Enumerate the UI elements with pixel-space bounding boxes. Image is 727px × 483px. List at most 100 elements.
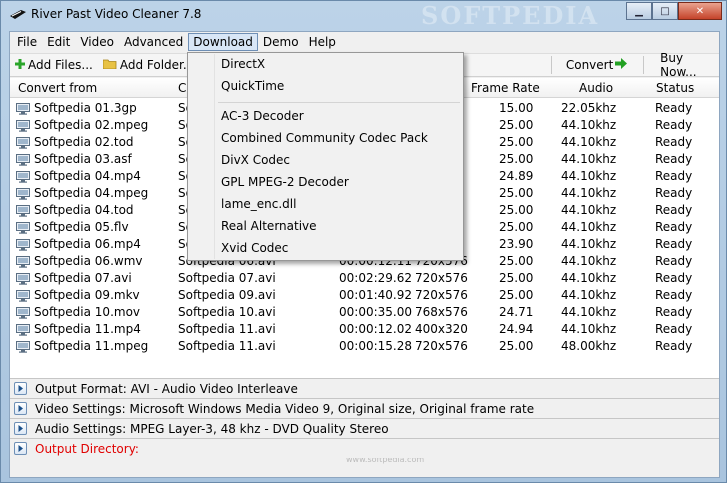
arrow-right-icon <box>615 58 628 72</box>
column-convert-to[interactable]: C <box>178 81 186 95</box>
column-convert-from[interactable]: Convert from <box>18 81 97 95</box>
menu-item-cccp[interactable]: Combined Community Codec Pack <box>221 131 428 145</box>
cell-frame-rate: 25.00 <box>499 135 534 149</box>
cell-frame-rate: 25.00 <box>499 254 534 268</box>
add-files-button[interactable]: Add Files... <box>10 54 98 76</box>
menu-item-ac3-decoder[interactable]: AC-3 Decoder <box>221 109 304 123</box>
table-row[interactable]: Softpedia 11.mp4 Softpedia 11.avi 00:00:12… <box>10 321 719 338</box>
expand-arrow-icon[interactable] <box>14 442 27 455</box>
minimize-icon: ▁ <box>635 5 643 17</box>
menu-download[interactable]: Download <box>188 33 258 51</box>
menu-item-directx[interactable]: DirectX <box>221 57 265 71</box>
menu-video[interactable]: Video <box>75 33 119 51</box>
close-button[interactable]: ✕ <box>678 2 722 20</box>
buy-now-label: Buy Now... <box>660 51 697 79</box>
cell-frame-rate: 25.00 <box>499 152 534 166</box>
monitor-icon <box>16 307 30 319</box>
monitor-icon <box>16 290 30 302</box>
column-frame-rate[interactable]: Frame Rate <box>471 81 540 95</box>
window-title: River Past Video Cleaner 7.8 <box>31 7 202 21</box>
cell-status: Ready <box>655 169 693 183</box>
cell-convert-from: Softpedia 05.flv <box>34 220 129 234</box>
cell-status: Ready <box>655 152 693 166</box>
watermark: SOFTPEDIA <box>421 1 600 30</box>
cell-audio: 44.10khz <box>561 271 617 285</box>
menu-item-xvid-codec[interactable]: Xvid Codec <box>221 241 288 255</box>
cell-convert-from: Softpedia 02.mpeg <box>34 118 149 132</box>
convert-button[interactable]: Convert <box>556 54 635 76</box>
cell-status: Ready <box>655 135 693 149</box>
maximize-button[interactable]: □ <box>652 2 678 20</box>
cell-status: Ready <box>655 288 693 302</box>
cell-convert-from: Softpedia 04.mp4 <box>34 169 141 183</box>
cell-status: Ready <box>655 339 693 353</box>
cell-convert-from: Softpedia 11.mp4 <box>34 322 141 336</box>
monitor-icon <box>16 154 30 166</box>
cell-status: Ready <box>655 203 693 217</box>
cell-frame-rate: 24.71 <box>499 305 534 319</box>
cell-convert-to: Softpedia 09.avi <box>178 288 276 302</box>
monitor-icon <box>16 256 30 268</box>
menu-bar: File Edit Video Advanced Download Demo H… <box>10 32 719 52</box>
expand-arrow-icon[interactable] <box>14 382 27 395</box>
cell-convert-from: Softpedia 07.avi <box>34 271 132 285</box>
cell-convert-to: Softpedia 11.avi <box>178 339 276 353</box>
cell-convert-from: Softpedia 02.tod <box>34 135 134 149</box>
window-controls: ▁ □ ✕ <box>626 2 722 20</box>
menu-gutter <box>214 54 215 259</box>
monitor-icon <box>16 188 30 200</box>
cell-convert-from: Softpedia 10.mov <box>34 305 141 319</box>
monitor-icon <box>16 103 30 115</box>
app-icon[interactable] <box>9 7 27 21</box>
menu-item-lame-enc[interactable]: lame_enc.dll <box>221 197 296 211</box>
menu-item-real-alternative[interactable]: Real Alternative <box>221 219 317 233</box>
menu-edit[interactable]: Edit <box>42 33 75 51</box>
menu-item-quicktime[interactable]: QuickTime <box>221 79 284 93</box>
cell-frame-rate: 15.00 <box>499 101 534 115</box>
cell-audio: 44.10khz <box>561 118 617 132</box>
menu-advanced[interactable]: Advanced <box>119 33 188 51</box>
title-bar: River Past Video Cleaner 7.8 SOFTPEDIA ▁… <box>1 1 726 30</box>
settings-label: Output Directory: <box>35 442 139 456</box>
cell-convert-from: Softpedia 03.asf <box>34 152 132 166</box>
settings-row[interactable]: Output Directory: <box>10 438 719 458</box>
cell-status: Ready <box>655 186 693 200</box>
settings-row[interactable]: Audio Settings: MPEG Layer-3, 48 khz - D… <box>10 418 719 438</box>
monitor-icon <box>16 120 30 132</box>
cell-duration: 00:01:40.92 <box>339 288 412 302</box>
monitor-icon <box>16 324 30 336</box>
cell-convert-to: Softpedia 10.avi <box>178 305 276 319</box>
table-row[interactable]: Softpedia 11.mpeg Softpedia 11.avi 00:00:1… <box>10 338 719 355</box>
cell-status: Ready <box>655 254 693 268</box>
column-audio[interactable]: Audio <box>579 81 613 95</box>
table-row[interactable]: Softpedia 10.mov Softpedia 10.avi 00:00:35… <box>10 304 719 321</box>
table-row[interactable]: Softpedia 07.avi Softpedia 07.avi 00:02:29… <box>10 270 719 287</box>
minimize-button[interactable]: ▁ <box>626 2 652 20</box>
settings-row[interactable]: Output Format: AVI - Audio Video Interle… <box>10 378 719 398</box>
add-folder-button[interactable]: Add Folder... <box>98 54 199 76</box>
menu-help[interactable]: Help <box>304 33 341 51</box>
menu-item-divx-codec[interactable]: DivX Codec <box>221 153 290 167</box>
menu-separator <box>218 102 460 103</box>
cell-audio: 44.10khz <box>561 288 617 302</box>
expand-arrow-icon[interactable] <box>14 422 27 435</box>
menu-file[interactable]: File <box>12 33 42 51</box>
monitor-icon <box>16 137 30 149</box>
table-row[interactable]: Softpedia 09.mkv Softpedia 09.avi 00:01:40… <box>10 287 719 304</box>
settings-row[interactable]: Video Settings: Microsoft Windows Media … <box>10 398 719 418</box>
buy-now-button[interactable]: Buy Now... <box>648 51 719 79</box>
toolbar-divider <box>643 56 645 74</box>
cell-audio: 44.10khz <box>561 169 617 183</box>
cell-audio: 44.10khz <box>561 322 617 336</box>
expand-arrow-icon[interactable] <box>14 402 27 415</box>
folder-icon <box>102 58 117 72</box>
cell-frame-size: 400x320 <box>415 322 468 336</box>
column-status[interactable]: Status <box>656 81 694 95</box>
menu-item-gpl-mpeg2-decoder[interactable]: GPL MPEG-2 Decoder <box>221 175 349 189</box>
monitor-icon <box>16 171 30 183</box>
cell-duration: 00:00:12.02 <box>339 322 412 336</box>
cell-audio: 22.05khz <box>561 101 617 115</box>
menu-demo[interactable]: Demo <box>258 33 304 51</box>
cell-convert-from: Softpedia 11.mpeg <box>34 339 149 353</box>
cell-convert-from: Softpedia 06.wmv <box>34 254 143 268</box>
